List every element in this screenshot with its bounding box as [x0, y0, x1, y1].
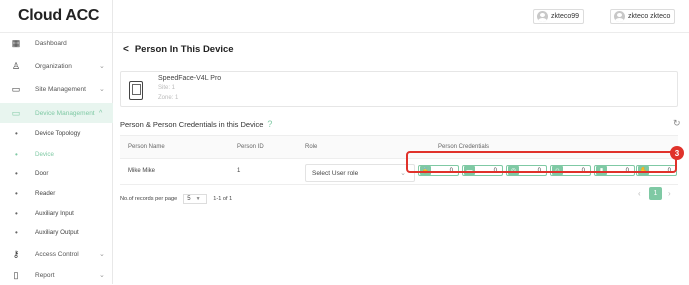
chevron-right-icon[interactable]: ›: [668, 189, 671, 198]
bullet-icon: •: [15, 128, 18, 138]
page-title: Person In This Device: [134, 44, 234, 55]
app-logo: Cloud ACC: [0, 0, 112, 33]
bullet-icon: •: [15, 227, 18, 237]
bullet-icon: •: [15, 188, 18, 198]
sidebar-subitem-device-topology[interactable]: • Device Topology: [0, 124, 113, 142]
sidebar-item-dashboard[interactable]: ▦ Dashboard: [0, 33, 113, 53]
user-name: zkteco zkteco: [628, 13, 671, 20]
device-icon: [129, 81, 143, 100]
column-header-role: Role: [305, 144, 318, 150]
back-button[interactable]: < Person In This Device: [123, 44, 234, 55]
sidebar: Cloud ACC ▦ Dashboard ♙ Organization ⌄ ▭…: [0, 0, 113, 284]
sidebar-subitem-device[interactable]: • Device: [0, 145, 113, 163]
annotation-badge: 3: [670, 146, 684, 160]
column-header-person-id: Person ID: [237, 144, 264, 150]
records-range: 1-1 of 1: [213, 196, 233, 202]
device-card: SpeedFace-V4L Pro Site: 1 Zone: 1: [120, 71, 678, 107]
device-zone: Zone: 1: [158, 95, 179, 101]
refresh-icon[interactable]: ↻: [673, 118, 681, 129]
column-header-person-name: Person Name: [128, 144, 165, 150]
avatar-icon: [537, 11, 548, 22]
annotation-highlight-box: [406, 151, 677, 173]
chevron-left-icon[interactable]: ‹: [638, 189, 641, 198]
main-content: < Person In This Device SpeedFace-V4L Pr…: [113, 33, 689, 284]
avatar-icon: [614, 11, 625, 22]
sidebar-item-report[interactable]: ▯ Report ⌄: [0, 265, 113, 285]
device-icon: ▭: [11, 108, 21, 118]
report-icon: ▯: [13, 270, 19, 280]
column-header-person-credentials: Person Credentials: [438, 144, 490, 150]
topbar: zkteco99 zkteco zkteco: [113, 0, 689, 33]
sidebar-item-organization[interactable]: ♙ Organization ⌄: [0, 56, 113, 76]
sidebar-item-access-control[interactable]: ⚷ Access Control ⌄: [0, 244, 113, 264]
caret-down-icon: ▼: [195, 196, 201, 202]
sidebar-subitem-door[interactable]: • Door: [0, 164, 113, 182]
person-id-cell: 1: [237, 168, 241, 174]
person-name-cell: Mike Mike: [128, 168, 156, 174]
sidebar-subitem-reader[interactable]: • Reader: [0, 184, 113, 202]
section-title: Person & Person Credentials in this Devi…: [120, 119, 273, 129]
chevron-down-icon: ⌄: [400, 170, 406, 177]
help-icon[interactable]: ?: [267, 119, 272, 129]
bullet-icon: •: [15, 168, 18, 178]
site-icon: ▭: [11, 84, 21, 94]
device-name: SpeedFace-V4L Pro: [158, 75, 222, 82]
pagination-bar: No.of records per page 5 ▼ 1-1 of 1: [120, 194, 232, 204]
dashboard-icon: ▦: [11, 38, 21, 48]
records-per-page-select[interactable]: 5 ▼: [183, 194, 208, 204]
chevron-down-icon: ⌄: [99, 86, 105, 93]
chevron-down-icon: ⌄: [99, 272, 105, 279]
role-select[interactable]: Select User role ⌄: [305, 164, 415, 182]
chevron-up-icon: ^: [99, 109, 103, 117]
bullet-icon: •: [15, 208, 18, 218]
chevron-left-icon: <: [123, 44, 129, 55]
sidebar-subitem-auxiliary-input[interactable]: • Auxiliary Input: [0, 204, 113, 222]
sidebar-item-device-management[interactable]: ▭ Device Management ^: [0, 103, 113, 123]
chevron-down-icon: ⌄: [99, 63, 105, 70]
page-button-current[interactable]: 1: [649, 187, 662, 200]
user-menu-zkteco99[interactable]: zkteco99: [533, 9, 585, 24]
sidebar-item-site-management[interactable]: ▭ Site Management ⌄: [0, 79, 113, 99]
bullet-icon: •: [15, 149, 18, 159]
sidebar-subitem-auxiliary-output[interactable]: • Auxiliary Output: [0, 223, 113, 241]
organization-icon: ♙: [11, 61, 21, 71]
key-icon: ⚷: [12, 249, 20, 259]
chevron-down-icon: ⌄: [99, 251, 105, 258]
user-menu-zkteco[interactable]: zkteco zkteco: [610, 9, 676, 24]
records-per-page-label: No.of records per page: [120, 196, 178, 202]
user-name: zkteco99: [551, 13, 580, 20]
device-site: Site: 1: [158, 85, 176, 91]
